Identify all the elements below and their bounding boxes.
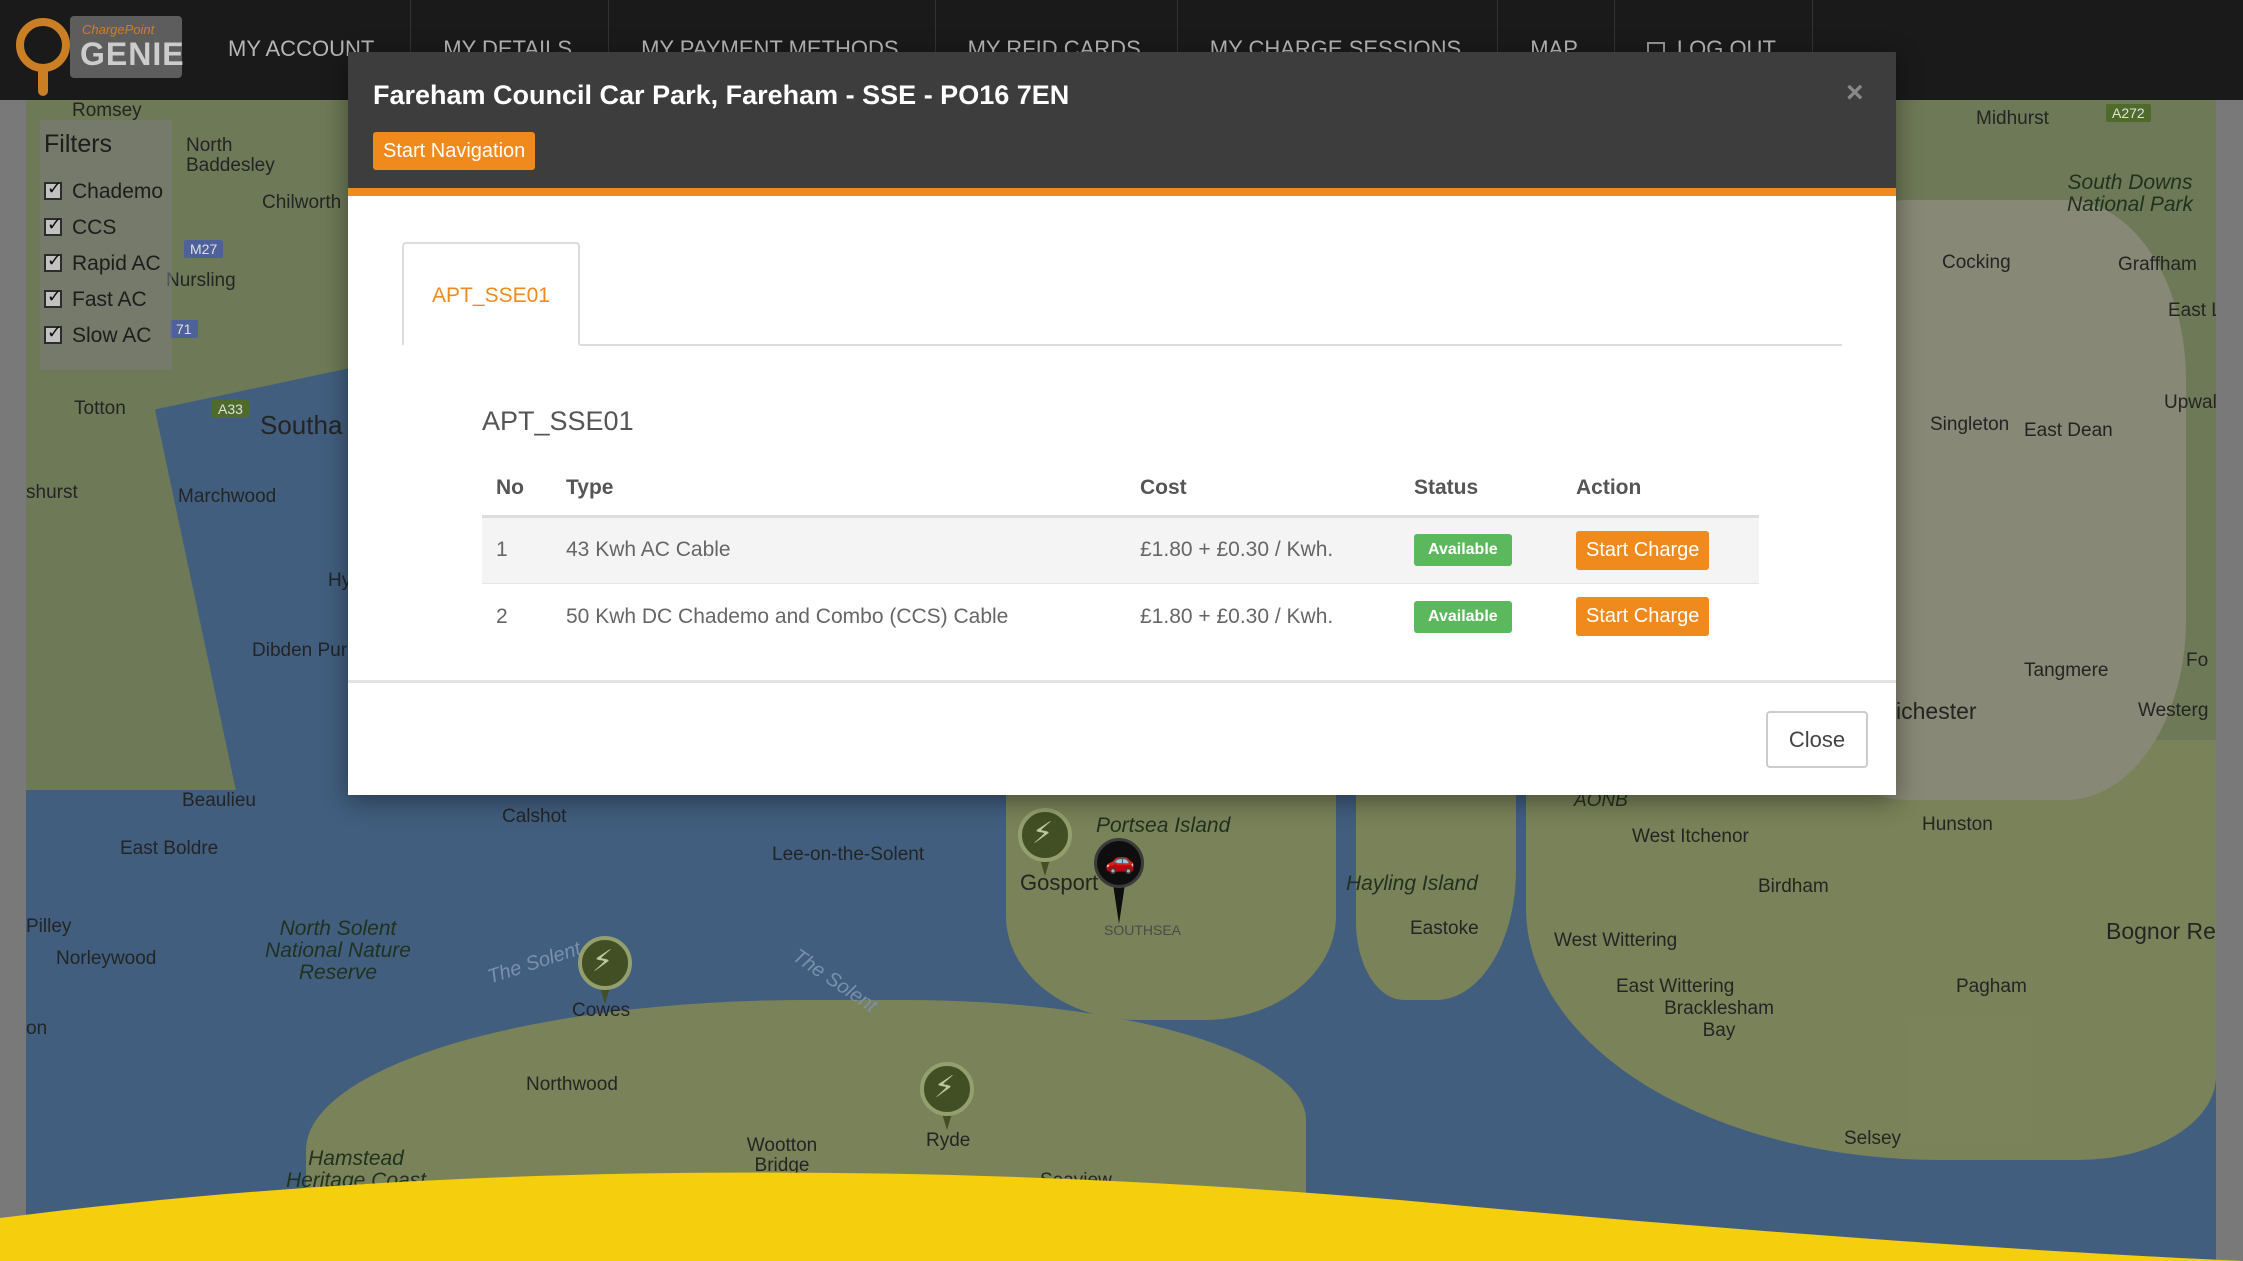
col-cost: Cost [1126, 462, 1400, 518]
tab-apt-sse01[interactable]: APT_SSE01 [402, 242, 580, 346]
cell-cost: £1.80 + £0.30 / Kwh. [1126, 515, 1400, 583]
cell-cost: £1.80 + £0.30 / Kwh. [1126, 582, 1400, 650]
start-navigation-button[interactable]: Start Navigation [373, 132, 536, 170]
table-header-row: No Type Cost Status Action [482, 462, 1759, 518]
start-charge-button[interactable]: Start Charge [1576, 597, 1710, 637]
decorative-wave [0, 1172, 2243, 1261]
cell-status: Available [1400, 582, 1562, 650]
cell-status: Available [1400, 515, 1562, 583]
modal-title: Fareham Council Car Park, Fareham - SSE … [373, 80, 1070, 110]
connector-table: No Type Cost Status Action 1 43 Kwh AC C… [482, 462, 1759, 650]
table-row: 1 43 Kwh AC Cable £1.80 + £0.30 / Kwh. A… [482, 515, 1759, 583]
close-button[interactable]: Close [1766, 711, 1868, 768]
col-action: Action [1562, 462, 1759, 518]
tab-label: APT_SSE01 [432, 284, 550, 307]
close-icon[interactable]: × [1846, 76, 1864, 110]
tab-bar-line [402, 344, 1842, 346]
section-title: APT_SSE01 [482, 406, 634, 436]
table-row: 2 50 Kwh DC Chademo and Combo (CCS) Cabl… [482, 582, 1759, 650]
status-badge: Available [1414, 600, 1512, 633]
charger-details-modal: Fareham Council Car Park, Fareham - SSE … [348, 52, 1896, 795]
col-status: Status [1400, 462, 1562, 518]
status-badge: Available [1414, 534, 1512, 566]
cell-no: 2 [482, 582, 552, 650]
col-type: Type [552, 462, 1126, 518]
cell-no: 1 [482, 515, 552, 583]
modal-footer-divider [348, 680, 1896, 683]
modal-header: Fareham Council Car Park, Fareham - SSE … [348, 52, 1896, 196]
cell-type: 43 Kwh AC Cable [552, 515, 1126, 583]
start-charge-button[interactable]: Start Charge [1576, 530, 1710, 570]
cell-action: Start Charge [1562, 582, 1759, 650]
col-no: No [482, 462, 552, 518]
cell-type: 50 Kwh DC Chademo and Combo (CCS) Cable [552, 582, 1126, 650]
cell-action: Start Charge [1562, 515, 1759, 583]
